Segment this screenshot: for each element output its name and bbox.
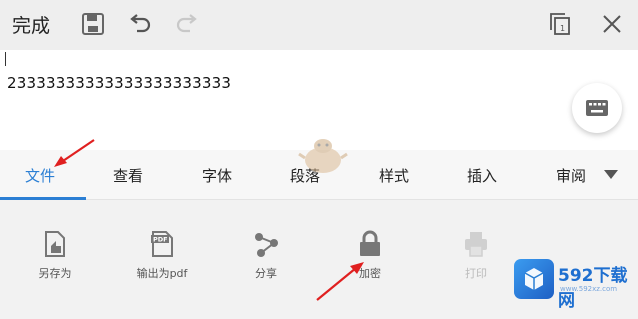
more-tabs-chevron-icon[interactable] — [604, 170, 618, 179]
save-as-label: 另存为 — [38, 267, 72, 280]
print-button[interactable]: 打印 — [431, 229, 521, 281]
print-icon — [465, 232, 487, 257]
undo-icon[interactable] — [126, 10, 154, 38]
share-icon — [255, 233, 278, 257]
tab-review[interactable]: 审阅 — [556, 165, 586, 186]
export-pdf-button[interactable]: PDF 输出为pdf — [117, 229, 207, 281]
multiwindow-icon[interactable]: 1 — [546, 10, 574, 38]
close-icon[interactable] — [598, 10, 626, 38]
keyboard-icon — [586, 100, 608, 116]
export-pdf-label: 输出为pdf — [136, 267, 188, 280]
mascot-watermark-icon — [298, 139, 348, 173]
active-tab-indicator — [0, 197, 86, 200]
site-logo-icon — [514, 259, 554, 299]
watermark-url: www.592xz.com — [560, 285, 618, 293]
site-watermark: 592下载网 www.592xz.com — [514, 257, 634, 311]
save-icon[interactable] — [79, 10, 107, 38]
annotation-arrow-icon — [54, 139, 95, 167]
lock-icon — [360, 230, 380, 256]
tab-view[interactable]: 查看 — [113, 165, 143, 186]
share-label: 分享 — [255, 267, 277, 280]
svg-text:PDF: PDF — [153, 236, 168, 244]
tab-insert[interactable]: 插入 — [467, 165, 497, 186]
done-button[interactable]: 完成 — [12, 11, 50, 38]
save-as-button[interactable]: 另存为 — [10, 229, 100, 281]
pdf-icon: PDF — [151, 231, 173, 257]
svg-text:1: 1 — [560, 24, 565, 33]
print-label: 打印 — [465, 267, 487, 280]
top-toolbar: 完成 1 — [0, 0, 638, 50]
document-text[interactable]: 23333333333333333333333 — [7, 74, 231, 92]
text-cursor — [5, 52, 6, 66]
save-as-icon — [45, 231, 65, 257]
redo-icon[interactable] — [173, 10, 201, 38]
keyboard-toggle-button[interactable] — [572, 83, 622, 133]
tab-style[interactable]: 样式 — [379, 165, 409, 186]
tab-font[interactable]: 字体 — [202, 165, 232, 186]
share-button[interactable]: 分享 — [221, 229, 311, 281]
annotation-arrow-icon — [316, 262, 364, 301]
